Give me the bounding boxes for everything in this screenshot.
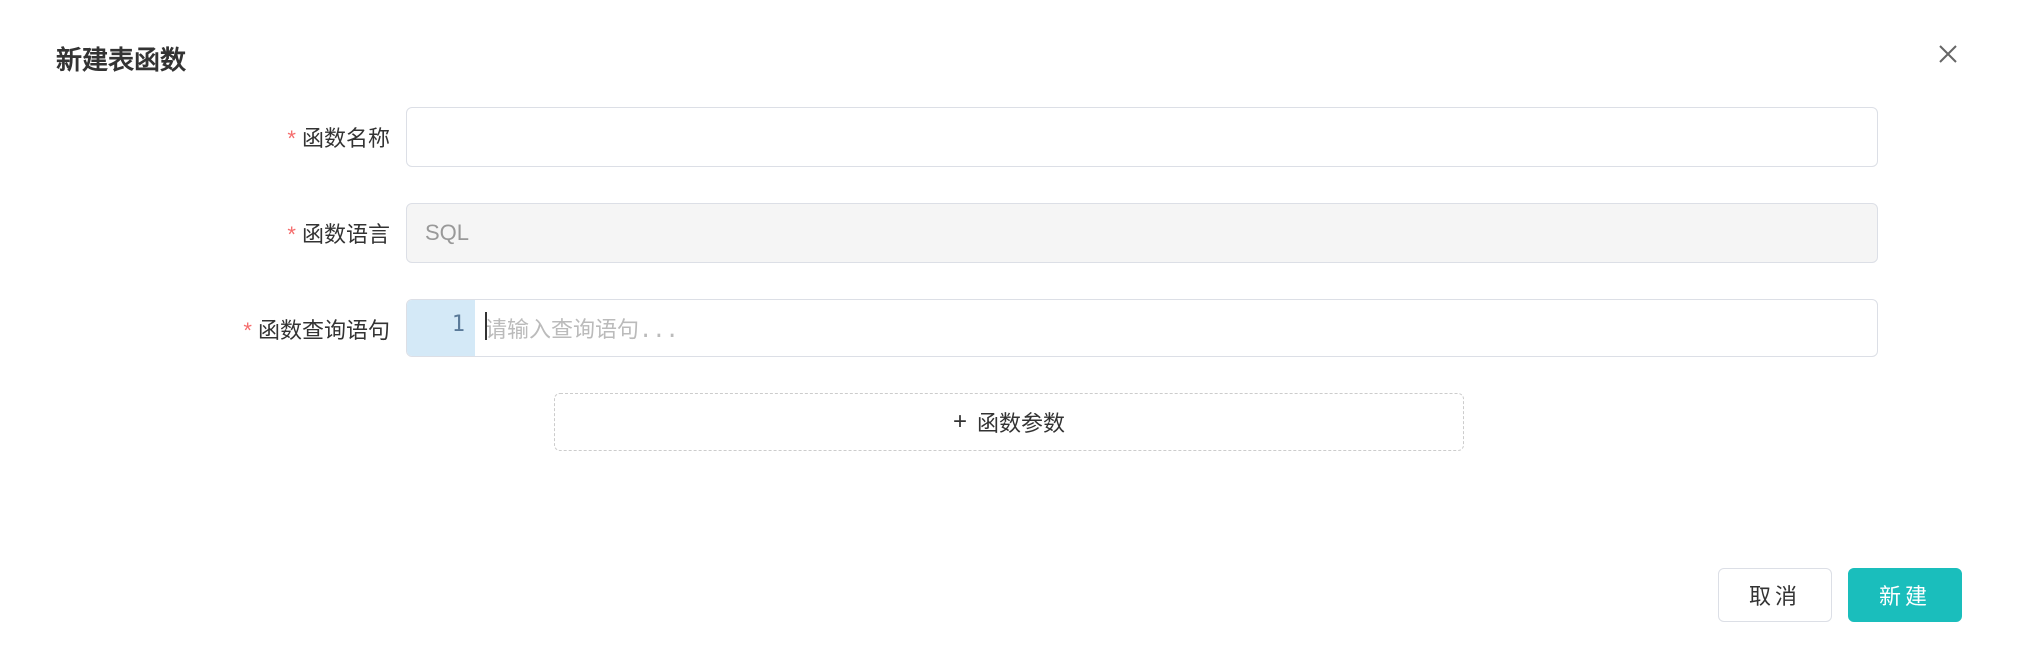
function-language-row: *函数语言 — [56, 203, 1962, 263]
code-cursor-icon — [485, 312, 487, 340]
function-name-row: *函数名称 — [56, 107, 1962, 167]
close-icon — [1936, 42, 1960, 66]
add-params-button[interactable]: + 函数参数 — [554, 393, 1464, 451]
code-gutter: 1 — [407, 300, 475, 356]
modal-title: 新建表函数 — [56, 40, 1962, 77]
function-language-label: *函数语言 — [56, 203, 406, 249]
code-content[interactable]: 请输入查询语句... — [475, 300, 1877, 356]
code-placeholder: 请输入查询语句... — [485, 318, 679, 343]
function-query-row: *函数查询语句 1 请输入查询语句... — [56, 299, 1962, 357]
add-params-row: + 函数参数 — [56, 393, 1962, 451]
add-params-label: 函数参数 — [977, 406, 1065, 438]
create-table-function-modal: 新建表函数 *函数名称 *函数语言 *函数查询语句 1 — [0, 0, 2018, 664]
modal-footer: 取消 新建 — [1718, 568, 1962, 622]
required-star-icon: * — [287, 222, 296, 247]
line-number: 1 — [452, 312, 465, 337]
function-language-input — [406, 203, 1878, 263]
function-name-input[interactable] — [406, 107, 1878, 167]
create-button[interactable]: 新建 — [1848, 568, 1962, 622]
close-button[interactable] — [1934, 40, 1962, 68]
cancel-button[interactable]: 取消 — [1718, 568, 1832, 622]
required-star-icon: * — [287, 126, 296, 151]
required-star-icon: * — [243, 318, 252, 343]
function-query-editor[interactable]: 1 请输入查询语句... — [406, 299, 1878, 357]
function-query-label: *函数查询语句 — [56, 299, 406, 345]
plus-icon: + — [953, 410, 967, 434]
function-name-label: *函数名称 — [56, 107, 406, 153]
